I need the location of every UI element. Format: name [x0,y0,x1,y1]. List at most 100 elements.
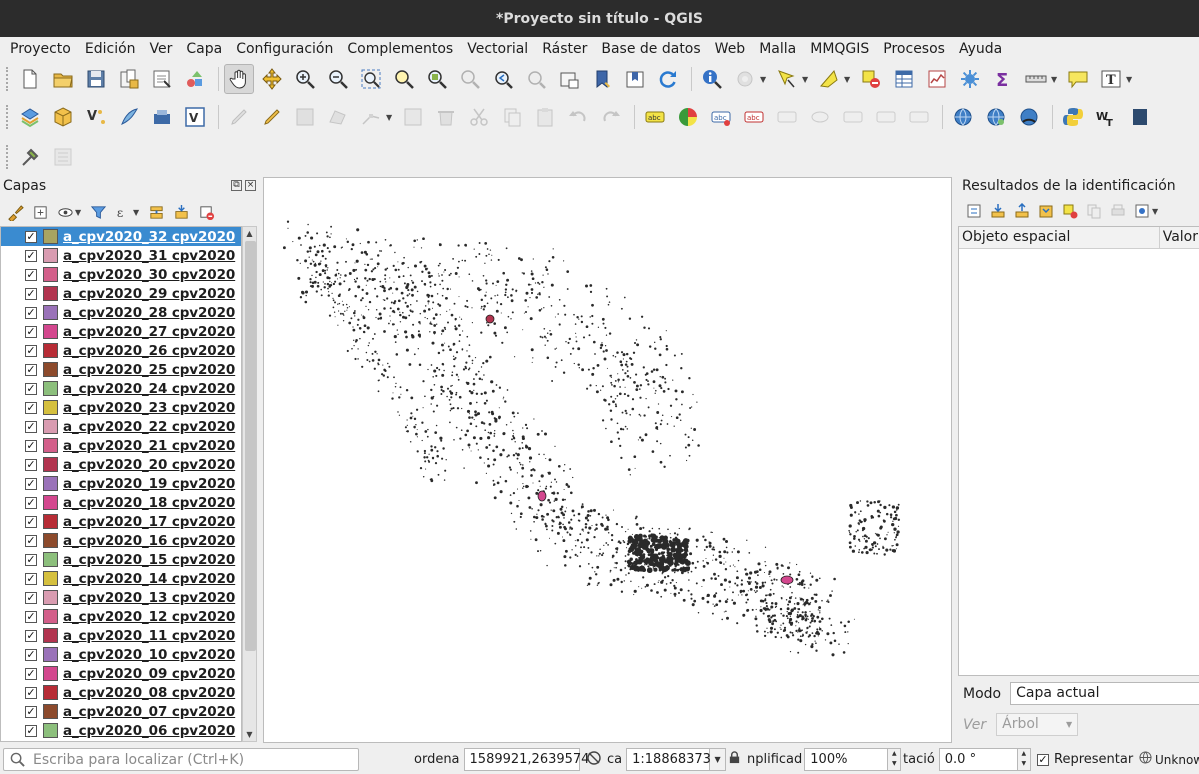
layer-visibility-checkbox[interactable]: ✓ [25,287,37,300]
layer-symbol-swatch[interactable] [43,723,58,738]
open-project-icon[interactable] [48,64,78,94]
layer-symbol-swatch[interactable] [43,305,58,320]
layer-visibility-checkbox[interactable]: ✓ [25,496,37,509]
filter-by-expression-icon[interactable]: ε [112,202,134,222]
map-canvas[interactable] [263,177,952,743]
layer-item[interactable]: ✓ a_cpv2020_11 cpv2020 [1,626,241,645]
layer-symbol-swatch[interactable] [43,324,58,339]
map-tips-icon[interactable] [1063,64,1093,94]
layer-item[interactable]: ✓ a_cpv2020_18 cpv2020 [1,493,241,512]
magnifier-spinner-icon[interactable]: ▲ ▼ [888,748,902,771]
layer-item[interactable]: ✓ a_cpv2020_25 cpv2020 [1,360,241,379]
layer-item[interactable]: ✓ a_cpv2020_17 cpv2020 [1,512,241,531]
menu-web[interactable]: Web [708,41,753,57]
toolbar-grip[interactable] [6,67,9,91]
delete-selected-icon[interactable] [431,102,461,132]
pan-to-selection-icon[interactable] [257,64,287,94]
scroll-up-icon[interactable]: ▲ [243,227,256,240]
pin-unpin-labels-icon[interactable]: abc [739,102,769,132]
zoom-to-selection-icon[interactable] [389,64,419,94]
layer-visibility-checkbox[interactable]: ✓ [25,648,37,661]
layer-item[interactable]: ✓ a_cpv2020_13 cpv2020 [1,588,241,607]
data-source-manager-icon[interactable] [15,102,45,132]
layer-symbol-swatch[interactable] [43,457,58,472]
layer-item[interactable]: ✓ a_cpv2020_14 cpv2020 [1,569,241,588]
layer-item[interactable]: ✓ a_cpv2020_12 cpv2020 [1,607,241,626]
copy-features-icon[interactable] [497,102,527,132]
remove-layer-icon[interactable] [195,202,217,222]
field-calculator-icon[interactable] [922,64,952,94]
run-action-dropdown-icon[interactable]: ▼ [760,75,769,84]
layer-symbol-swatch[interactable] [43,400,58,415]
scrollbar-thumb[interactable] [245,241,256,651]
layer-visibility-checkbox[interactable]: ✓ [25,591,37,604]
layer-visibility-checkbox[interactable]: ✓ [25,629,37,642]
scale-dropdown-icon[interactable]: ▼ [710,748,727,771]
layer-item[interactable]: ✓ a_cpv2020_30 cpv2020 [1,265,241,284]
print-layout-icon[interactable] [147,64,177,94]
magnifier-field[interactable]: 100% [804,748,889,771]
plugin-tool-2-icon[interactable] [48,142,78,172]
menu-ayuda[interactable]: Ayuda [952,41,1009,57]
identify-results-table[interactable]: Objeto espacial Valor [958,226,1199,676]
deselect-features-icon[interactable] [856,64,886,94]
layer-item[interactable]: ✓ a_cpv2020_16 cpv2020 [1,531,241,550]
toggle-extents-icon[interactable] [586,750,604,770]
move-label-icon[interactable] [805,102,835,132]
open-layer-styling-icon[interactable] [4,202,26,222]
layer-visibility-checkbox[interactable]: ✓ [25,249,37,262]
highlighted-polygon[interactable] [485,314,495,324]
diagram-options-icon[interactable] [673,102,703,132]
layer-symbol-swatch[interactable] [43,685,58,700]
refresh-icon[interactable] [653,64,683,94]
layer-visibility-checkbox[interactable]: ✓ [25,534,37,547]
layer-item[interactable]: ✓ a_cpv2020_15 cpv2020 [1,550,241,569]
menu-complementos[interactable]: Complementos [340,41,460,57]
zoom-next-icon[interactable] [521,64,551,94]
zoom-full-icon[interactable] [356,64,386,94]
rotate-label-icon[interactable] [838,102,868,132]
toggle-editing-icon[interactable] [257,102,287,132]
attribute-table-icon[interactable] [889,64,919,94]
layer-symbol-swatch[interactable] [43,419,58,434]
measure-dropdown-icon[interactable]: ▼ [1051,75,1060,84]
collapse-all-results-icon[interactable] [1011,201,1032,221]
select-by-polygon-icon[interactable] [814,64,844,94]
rotation-spinner-icon[interactable]: ▲ ▼ [1017,748,1031,771]
add-wcs-layer-icon[interactable] [1014,102,1044,132]
layer-symbol-swatch[interactable] [43,552,58,567]
layer-item[interactable]: ✓ a_cpv2020_29 cpv2020 [1,284,241,303]
toolbar-grip[interactable] [6,145,9,169]
zoom-out-icon[interactable] [323,64,353,94]
layer-item[interactable]: ✓ a_cpv2020_21 cpv2020 [1,436,241,455]
style-manager-icon[interactable] [180,64,210,94]
layer-symbol-swatch[interactable] [43,666,58,681]
zoom-last-icon[interactable] [488,64,518,94]
layer-visibility-checkbox[interactable]: ✓ [25,382,37,395]
current-edits-icon[interactable] [224,102,254,132]
label-toolbar-icon[interactable]: abc [640,102,670,132]
layer-symbol-swatch[interactable] [43,514,58,529]
manage-visibility-icon[interactable] [54,202,76,222]
highlight-pinned-labels-icon[interactable]: abc [706,102,736,132]
layer-item[interactable]: ✓ a_cpv2020_10 cpv2020 [1,645,241,664]
layer-symbol-swatch[interactable] [43,704,58,719]
menu-configuracion[interactable]: Configuración [229,41,340,57]
map-render[interactable] [264,178,952,743]
rotation-field[interactable]: 0.0 ° [938,748,1018,771]
collapse-all-icon[interactable] [170,202,192,222]
col-header-value[interactable]: Valor [1160,227,1199,248]
print-results-icon[interactable] [1107,201,1128,221]
vertex-dropdown-icon[interactable]: ▼ [386,113,395,122]
select-dropdown-icon[interactable]: ▼ [802,75,811,84]
select-features-icon[interactable] [772,64,802,94]
new-geopackage-icon[interactable] [48,102,78,132]
expand-all-results-icon[interactable] [987,201,1008,221]
layer-visibility-checkbox[interactable]: ✓ [25,572,37,585]
layer-item[interactable]: ✓ a_cpv2020_26 cpv2020 [1,341,241,360]
new-virtual-field-icon[interactable]: V [180,102,210,132]
layer-visibility-checkbox[interactable]: ✓ [25,667,37,680]
save-as-icon[interactable] [114,64,144,94]
paste-features-icon[interactable] [530,102,560,132]
visibility-dropdown-icon[interactable]: ▼ [75,208,84,217]
